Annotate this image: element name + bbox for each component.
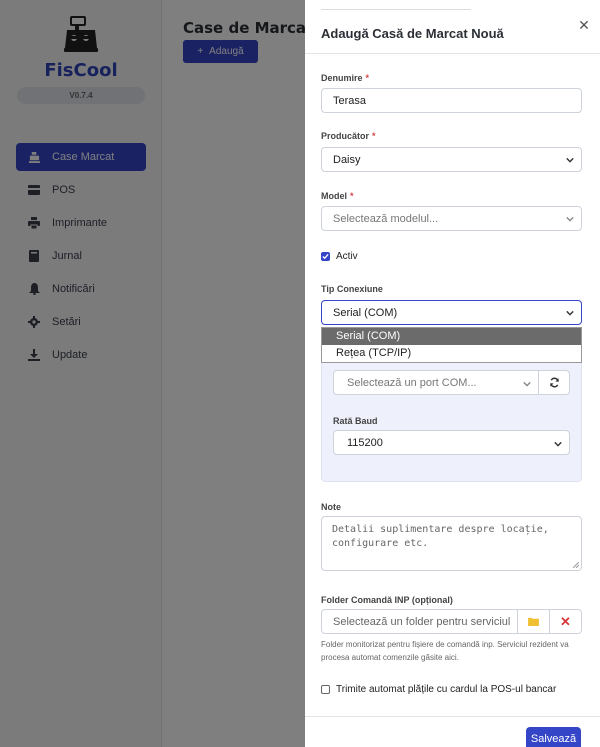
note-label: Note [321, 502, 341, 512]
activ-label: Activ [336, 251, 358, 262]
pos-checkbox-label: Trimite automat plățile cu cardul la POS… [336, 684, 557, 695]
tip-conexiune-select[interactable]: Serial (COM) [321, 300, 582, 325]
chevron-down-icon [566, 310, 574, 316]
baud-select[interactable]: 115200 [333, 430, 570, 455]
browse-folder-button[interactable] [518, 609, 550, 634]
chevron-down-icon [554, 441, 562, 447]
activ-checkbox-row[interactable]: Activ [321, 251, 358, 262]
producator-label: Producător * [321, 131, 376, 141]
refresh-icon [549, 377, 559, 388]
tip-conexiune-dropdown: Serial (COM) Rețea (TCP/IP) [321, 327, 582, 363]
model-label: Model * [321, 191, 354, 201]
folder-label: Folder Comandă INP (opțional) [321, 595, 453, 605]
pos-checkbox-row[interactable]: Trimite automat plățile cu cardul la POS… [321, 684, 556, 695]
close-icon: ✕ [578, 16, 590, 33]
folder-icon [528, 617, 539, 626]
panel-title: Adaugă Casă de Marcat Nouă [321, 26, 504, 41]
resize-grip-icon[interactable] [573, 562, 579, 568]
denumire-label: Denumire * [321, 73, 370, 83]
model-select[interactable]: Selectează modelul... [321, 206, 582, 231]
pos-checkbox[interactable] [321, 685, 330, 694]
com-port-select[interactable]: Selectează un port COM... [333, 370, 539, 395]
panel-top-divider [321, 9, 471, 10]
option-serial[interactable]: Serial (COM) [322, 328, 581, 345]
baud-label: Rată Baud [333, 416, 378, 426]
refresh-ports-button[interactable] [539, 370, 570, 395]
denumire-input[interactable]: Terasa [321, 88, 582, 113]
serial-settings-box: Selectează un port COM... Rată Baud 1152… [321, 356, 582, 482]
option-retea[interactable]: Rețea (TCP/IP) [322, 345, 581, 362]
add-register-panel: Adaugă Casă de Marcat Nouă ✕ Denumire * T… [305, 0, 600, 747]
clear-folder-button[interactable]: ✕ [550, 609, 582, 634]
close-button[interactable]: ✕ [577, 16, 591, 33]
activ-checkbox[interactable] [321, 252, 330, 261]
chevron-down-icon [566, 157, 574, 163]
tip-conexiune-label: Tip Conexiune [321, 284, 383, 294]
save-button[interactable]: Salvează [526, 727, 581, 747]
note-textarea[interactable]: Detalii suplimentare despre locație, con… [321, 516, 582, 571]
folder-input[interactable]: Selectează un folder pentru serviciul [321, 609, 518, 634]
chevron-down-icon [566, 216, 574, 222]
folder-help-text: Folder monitorizat pentru fișiere de com… [321, 640, 569, 662]
producator-select[interactable]: Daisy [321, 147, 582, 172]
panel-footer-divider [305, 716, 600, 717]
panel-header-divider [305, 53, 600, 54]
close-icon: ✕ [560, 613, 571, 629]
chevron-down-icon [523, 381, 531, 387]
